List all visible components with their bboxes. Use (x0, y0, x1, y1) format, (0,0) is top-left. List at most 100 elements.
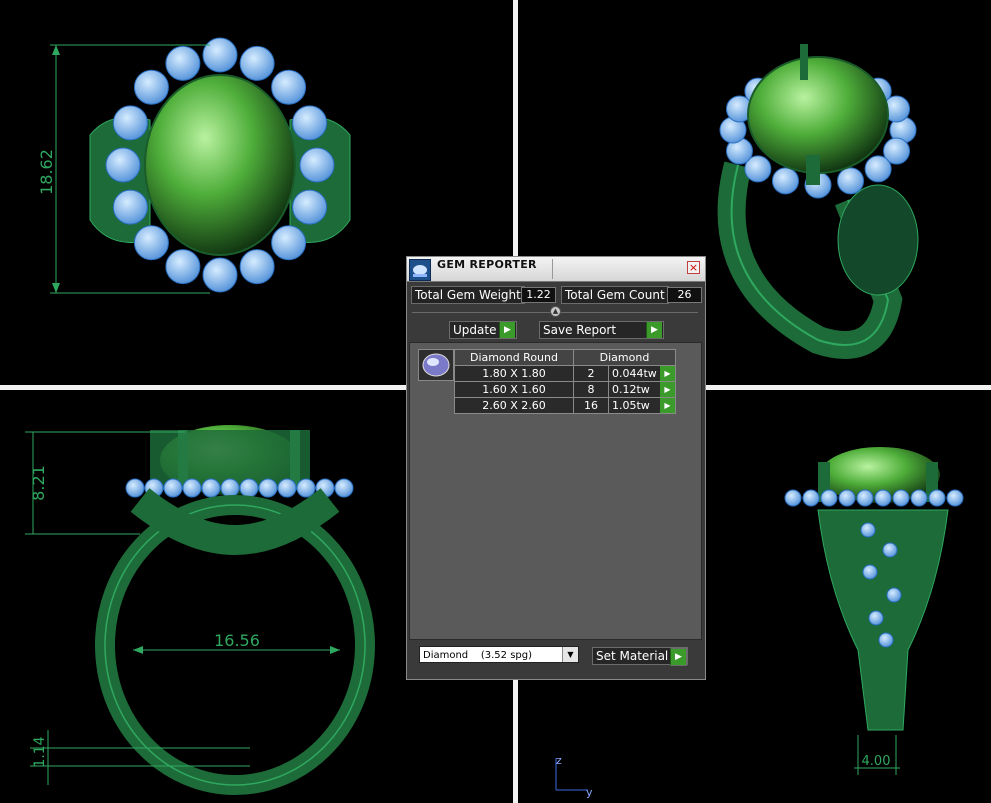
halo-gem (165, 45, 201, 81)
table-row[interactable]: 1.60 X 1.60 8 0.12tw ▶ (454, 381, 676, 398)
diamond-round-thumbnail[interactable] (418, 349, 454, 381)
save-report-label: Save Report (543, 323, 617, 337)
halo-gem (163, 478, 183, 498)
gem-count: 2 (573, 365, 609, 382)
halo-gem (258, 478, 278, 498)
panel-title: GEM REPORTER (437, 258, 537, 271)
gem-size: 1.80 X 1.80 (454, 365, 574, 382)
halo-gem (292, 105, 328, 141)
halo-gem (133, 69, 169, 105)
row-action-button[interactable]: ▶ (660, 398, 675, 413)
play-icon: ▶ (646, 322, 662, 338)
gem-weight: 1.05tw (612, 399, 650, 412)
halo-gem (271, 69, 307, 105)
set-material-label: Set Material (596, 649, 669, 663)
halo-gem (856, 489, 874, 507)
halo-gem (784, 489, 802, 507)
halo-gem (860, 522, 876, 538)
gem-type-header: Diamond Round (454, 349, 574, 366)
gem-count: 8 (573, 381, 609, 398)
halo-gem (910, 489, 928, 507)
total-gem-weight-value: 1.22 (521, 287, 556, 303)
prong (800, 44, 808, 80)
halo-gem (878, 632, 894, 648)
halo-gem (882, 542, 898, 558)
total-gem-count-label: Total Gem Count (561, 286, 669, 304)
title-separator (552, 259, 553, 279)
halo-gem (133, 225, 169, 261)
top-dimension-label: 18.62 (37, 149, 56, 195)
gem-size: 1.60 X 1.60 (454, 381, 574, 398)
play-icon: ▶ (670, 648, 687, 666)
side-dimension-label: 4.00 (862, 754, 891, 769)
halo-gem (892, 489, 910, 507)
gem-weight: 0.044tw (612, 367, 657, 380)
halo-gem (928, 489, 946, 507)
band-dimension-label: 1.14 (32, 736, 48, 767)
halo-gem (112, 189, 148, 225)
close-icon: × (688, 261, 699, 274)
halo-gem (838, 489, 856, 507)
close-button[interactable]: × (687, 261, 700, 274)
halo-gem (239, 478, 259, 498)
halo-gem (277, 478, 297, 498)
gem-weight-cell: 0.044tw ▶ (608, 365, 676, 382)
gem-material-header: Diamond (573, 349, 676, 366)
row-action-button[interactable]: ▶ (660, 382, 675, 397)
halo-gem (334, 478, 354, 498)
halo-gem (820, 489, 838, 507)
gem-reporter-icon (409, 259, 431, 281)
halo-gem (201, 478, 221, 498)
table-row[interactable]: 2.60 X 2.60 16 1.05tw ▶ (454, 397, 676, 414)
gem-list[interactable]: Diamond Round Diamond 1.80 X 1.80 2 0.04… (409, 342, 702, 640)
halo-gem (125, 478, 145, 498)
save-report-button[interactable]: Save Report ▶ (539, 321, 664, 339)
halo-gem (105, 147, 141, 183)
halo-gem (202, 37, 238, 73)
chevron-down-icon[interactable]: ▼ (562, 647, 578, 662)
gem-weight: 0.12tw (612, 383, 650, 396)
halo-gem (771, 167, 799, 195)
prong (806, 155, 820, 185)
halo-gem (296, 478, 316, 498)
halo-gem (868, 610, 884, 626)
play-icon: ▶ (499, 322, 515, 338)
panel-titlebar[interactable]: GEM REPORTER × (407, 257, 705, 282)
gem-size: 2.60 X 2.60 (454, 397, 574, 414)
set-material-button[interactable]: Set Material ▶ (592, 647, 688, 666)
width-dimension-label: 16.56 (214, 631, 260, 650)
height-dimension-label: 8.21 (29, 465, 48, 501)
update-button[interactable]: Update ▶ (449, 321, 517, 339)
halo-gem (886, 587, 902, 603)
collapse-toggle[interactable]: ▲ (550, 306, 561, 317)
halo-gem (239, 249, 275, 285)
halo-gem (165, 249, 201, 285)
halo-gem (220, 478, 240, 498)
halo-gem (112, 105, 148, 141)
total-gem-weight-label: Total Gem Weight (411, 286, 525, 304)
row-action-button[interactable]: ▶ (660, 366, 675, 381)
halo-gem (299, 147, 335, 183)
z-axis-label: z (556, 754, 562, 767)
halo-gem (182, 478, 202, 498)
halo-gem (802, 489, 820, 507)
gem-weight-cell: 1.05tw ▶ (608, 397, 676, 414)
material-select[interactable]: Diamond (3.52 spg) ▼ (419, 646, 579, 663)
gem-count: 16 (573, 397, 609, 414)
axis-indicator: z y (555, 754, 593, 799)
halo-gem (864, 155, 892, 183)
halo-gem (239, 45, 275, 81)
halo-gem (837, 167, 865, 195)
gem-weight-cell: 0.12tw ▶ (608, 381, 676, 398)
center-stone (144, 74, 296, 256)
gem-table: Diamond Round Diamond 1.80 X 1.80 2 0.04… (454, 349, 676, 414)
halo-gem (292, 189, 328, 225)
update-label: Update (453, 323, 497, 337)
halo-gem (862, 564, 878, 580)
total-gem-count-value: 26 (667, 287, 702, 303)
table-row[interactable]: 1.80 X 1.80 2 0.044tw ▶ (454, 365, 676, 382)
material-select-value: Diamond (3.52 spg) (423, 650, 533, 661)
halo-gem (946, 489, 964, 507)
halo-gem (202, 257, 238, 293)
y-axis-label: y (586, 786, 593, 799)
